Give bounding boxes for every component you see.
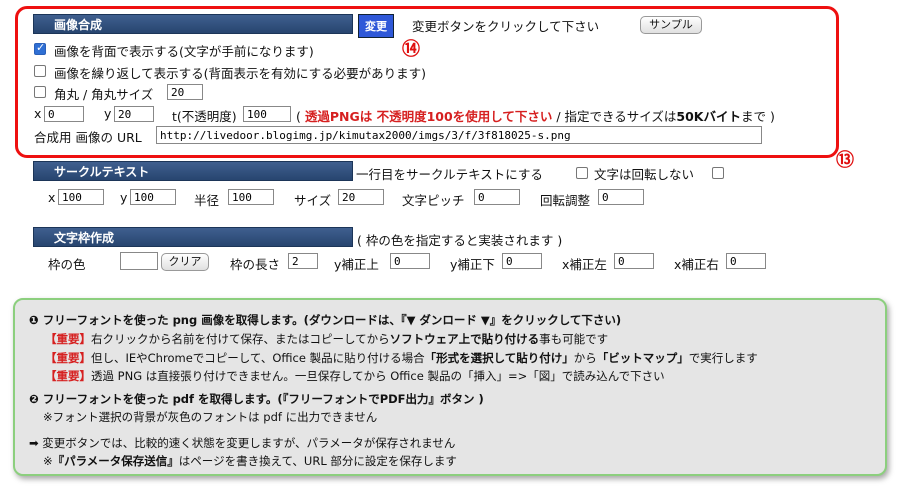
y-top-input[interactable] (390, 253, 430, 269)
pitch-input[interactable] (474, 189, 520, 205)
back-checkbox[interactable] (34, 41, 46, 55)
section-header-text-frame: 文字枠作成 (33, 227, 353, 247)
repeat-label: 画像を繰り返して表示する(背面表示を有効にする必要があります) (54, 66, 427, 81)
repeat-checkbox[interactable] (34, 65, 46, 77)
y-top-label: y補正上 (334, 257, 379, 272)
info-line-3e: で実行します (688, 351, 758, 365)
back-label: 画像を背面で表示する(文字が手前になります) (54, 44, 314, 59)
info-line-5-text: フリーフォントを使った pdf を取得します。(『フリーフォントでPDF出力』ボ… (42, 392, 484, 406)
important-tag: 【重要】 (45, 332, 91, 346)
frame-length-input[interactable] (288, 253, 318, 269)
no-rotate-label: 文字は回転しない (594, 167, 695, 182)
x-left-label: x補正左 (562, 257, 607, 272)
info-line-4-text: 透過 PNG は直接張り付けできません。一旦保存してから Office 製品の「… (91, 369, 665, 383)
size-bold: 50Kバイト (676, 109, 741, 124)
change-hint: 変更ボタンをクリックして下さい (412, 19, 600, 34)
y-label: y (104, 106, 112, 121)
info-line-8c: はページを書き換えて、URL 部分に設定を保存します (178, 454, 457, 468)
info-line-3b: 「形式を選択して貼り付け」 (424, 351, 574, 365)
important-tag: 【重要】 (45, 369, 91, 383)
opacity-label: t(不透明度) (172, 109, 237, 124)
y-input[interactable] (114, 106, 154, 122)
radius-label: 半径 (194, 193, 220, 208)
circle-y-label: y (120, 190, 128, 205)
info-num-2: ❷ (29, 392, 39, 406)
url-label: 合成用 画像の URL (34, 130, 142, 145)
info-line-7: ➡ 変更ボタンでは、比較的速く状態を変更しますが、パラメータが保存されません (29, 436, 456, 450)
info-line-4: 【重要】透過 PNG は直接張り付けできません。一旦保存してから Office … (45, 368, 665, 384)
radius-input[interactable] (228, 189, 274, 205)
x-left-input[interactable] (614, 253, 654, 269)
info-line-6: ※フォント選択の背景が灰色のフォントは pdf に出力できません (43, 410, 378, 424)
info-line-2c: 事も可能です (539, 332, 609, 346)
info-line-2a: 右クリックから名前を付けて保存、またはコピーしてから (91, 332, 390, 346)
y-bottom-label: y補正下 (450, 257, 495, 272)
info-line-3: 【重要】但し、IEやChromeでコピーして、Office 製品に貼り付ける場合… (45, 350, 758, 366)
change-button[interactable]: 変更 (358, 14, 394, 38)
frame-note: ( 枠の色を指定すると実装されます ) (357, 233, 563, 248)
info-line-1: ❶ フリーフォントを使った png 画像を取得します。(ダウンロードは、『▼ ダ… (29, 312, 621, 328)
frame-length-label: 枠の長さ (230, 257, 281, 272)
png-note: ( 透過PNGは 不透明度100を使用して下さい / 指定できるサイズは50Kバ… (296, 106, 775, 125)
info-line-8a: ※ (43, 454, 53, 468)
clear-button[interactable]: クリア (161, 253, 209, 271)
circle-size-input[interactable] (338, 189, 384, 205)
round-checkbox[interactable] (34, 86, 46, 98)
section-header-image-composite: 画像合成 (33, 14, 353, 34)
first-line-label: 一行目をサークルテキストにする (356, 167, 543, 182)
size-tail: まで ) (740, 109, 775, 124)
x-input[interactable] (44, 106, 84, 122)
circle-y-input[interactable] (130, 189, 176, 205)
pitch-label: 文字ピッチ (402, 193, 465, 208)
marker-14: ⑭ (402, 39, 420, 60)
opacity-input[interactable] (243, 106, 291, 122)
sample-button[interactable]: サンプル (640, 16, 702, 34)
rotation-label: 回転調整 (540, 193, 591, 208)
frame-color-input[interactable] (120, 252, 158, 270)
rotation-input[interactable] (598, 189, 644, 205)
x-right-label: x補正右 (674, 257, 719, 272)
info-panel: ❶ フリーフォントを使った png 画像を取得します。(ダウンロードは、『▼ ダ… (13, 298, 887, 476)
info-line-2: 【重要】右クリックから名前を付けて保存、またはコピーしてからソフトウェア上で貼り… (45, 331, 608, 347)
paren-open: ( (296, 109, 301, 124)
x-label: x (34, 106, 42, 121)
info-num-1: ❶ (29, 313, 39, 327)
info-line-2b: ソフトウェア上で貼り付ける (389, 332, 540, 346)
frame-color-label: 枠の色 (48, 257, 86, 272)
first-line-checkbox[interactable] (576, 167, 588, 179)
url-input[interactable] (156, 126, 762, 144)
info-line-1-text: フリーフォントを使った png 画像を取得します。(ダウンロードは、『▼ ダンロ… (42, 313, 622, 327)
circle-size-label: サイズ (294, 193, 332, 208)
x-right-input[interactable] (726, 253, 766, 269)
info-line-3d: 「ビットマップ」 (596, 351, 689, 365)
marker-13: ⑬ (836, 150, 854, 171)
round-size-input[interactable] (167, 84, 203, 100)
round-label: 角丸 / 角丸サイズ (54, 87, 154, 102)
circle-x-label: x (48, 190, 56, 205)
info-line-8: ※『パラメータ保存送信』はページを書き換えて、URL 部分に設定を保存します (43, 453, 457, 469)
circle-x-input[interactable] (58, 189, 104, 205)
no-rotate-checkbox[interactable] (712, 167, 724, 179)
png-warning: 透過PNGは 不透明度100を使用して下さい (304, 109, 553, 124)
info-line-5: ❷ フリーフォントを使った pdf を取得します。(『フリーフォントでPDF出力… (29, 391, 484, 407)
important-tag: 【重要】 (45, 351, 91, 365)
section-header-circle-text: サークルテキスト (33, 161, 353, 181)
size-note: / 指定できるサイズは (556, 109, 677, 124)
info-line-3a: 但し、IEやChromeでコピーして、Office 製品に貼り付ける場合 (91, 351, 425, 365)
y-bottom-input[interactable] (502, 253, 542, 269)
info-line-8b: 『パラメータ保存送信』 (52, 454, 179, 468)
info-line-3c: から (573, 351, 597, 365)
